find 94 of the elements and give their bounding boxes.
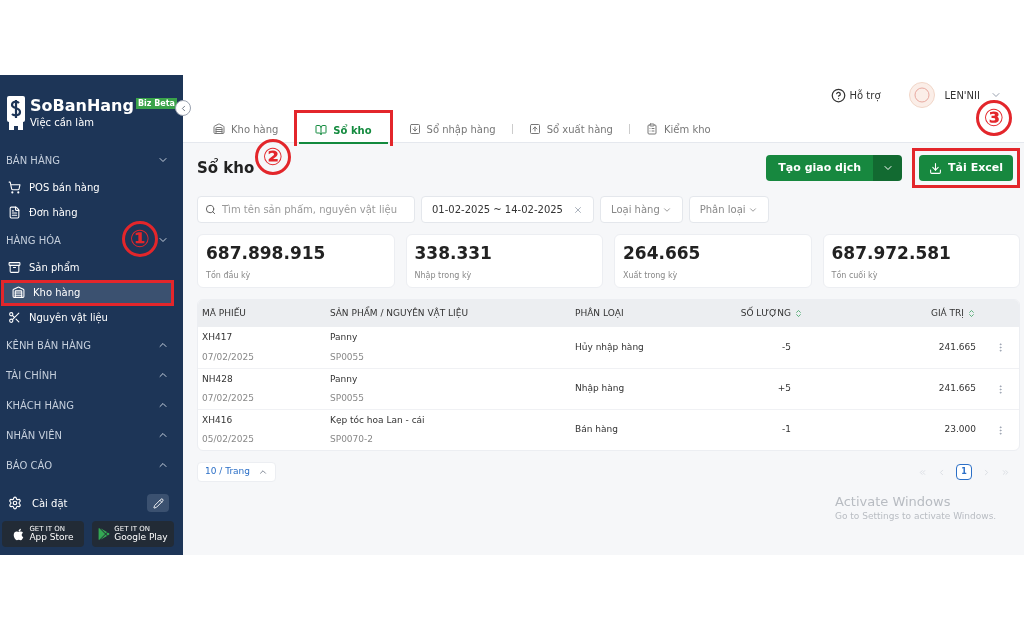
activation-title: Activate Windows: [835, 494, 951, 510]
download-icon: [929, 161, 943, 175]
section-header[interactable]: KÊNH BÁN HÀNG: [6, 337, 91, 353]
stat-value: 687.898.915: [206, 242, 327, 265]
create-transaction-button[interactable]: Tạo giao dịch: [766, 155, 874, 181]
step-number: ①: [122, 221, 158, 257]
search-field[interactable]: Tìm tên sản phẩm, nguyên vật liệu: [197, 196, 415, 223]
table-cell-text: 07/02/2025: [202, 350, 255, 364]
play-icon: [98, 528, 111, 540]
scissors-icon: [8, 311, 21, 324]
date-range-field[interactable]: 01-02-2025 ~ 14-02-2025: [421, 196, 594, 223]
user-name[interactable]: LEN'NII: [944, 87, 980, 103]
table-cell-text: SP0070-2: [330, 433, 375, 446]
collapse-button[interactable]: [175, 100, 191, 116]
logo-icon: [6, 95, 26, 131]
table-cell-text: SP0055: [330, 392, 366, 405]
step-number: ③: [976, 100, 1012, 136]
table-cell-text: -1: [781, 423, 792, 437]
table-cell-text: 241.665: [937, 340, 977, 354]
help-icon: [830, 87, 846, 103]
column-header[interactable]: SỐ LƯỢNG: [740, 306, 803, 321]
table-cell-text: 07/02/2025: [202, 392, 255, 405]
table-cell-text: Bán hàng: [574, 423, 619, 437]
stat-value: 687.972.581: [831, 242, 952, 265]
table-cell-text: -5: [781, 340, 792, 354]
table-cell-text: Panny: [330, 331, 359, 344]
section-header[interactable]: HÀNG HÓA: [6, 232, 61, 248]
section-header[interactable]: TÀI CHÍNH: [6, 367, 57, 383]
step-number: ②: [255, 138, 291, 175]
table-cell-text: XH416: [202, 413, 234, 427]
column-header[interactable]: GIÁ TRỊ: [930, 306, 976, 321]
stat-label: Tồn đầu kỳ: [206, 270, 252, 282]
pencil-icon: [152, 497, 164, 509]
table-cell-text: Nhập hàng: [574, 382, 626, 396]
book-icon: [315, 124, 328, 136]
help-link[interactable]: Hỗ trợ: [849, 87, 881, 103]
tab[interactable]: Sổ xuất hàng: [512, 116, 629, 142]
table-cell-text: NH428: [202, 372, 234, 386]
table-cell-text: Panny: [330, 372, 359, 386]
page-button[interactable]: 1: [956, 464, 972, 480]
chevron-up-icon: [258, 467, 268, 477]
table-cell-text: +5: [776, 382, 792, 396]
archive-icon: [8, 261, 21, 274]
sort-icon: [794, 309, 803, 318]
brand-name: SoBanHang: [30, 95, 134, 117]
page-title: Sổ kho: [197, 157, 255, 179]
table-cell-text: 241.665: [937, 382, 977, 396]
filter-dropdown[interactable]: Phân loại: [688, 196, 769, 223]
excel-button[interactable]: Tải Excel: [919, 155, 1013, 181]
previous-page-icon[interactable]: [937, 467, 946, 477]
sidebar-item[interactable]: Đơn hàng: [0, 201, 82, 224]
table-cell-text: XH417: [202, 331, 234, 344]
sidebar-item[interactable]: Sản phẩm: [0, 256, 84, 279]
table-cell-text: 05/02/2025: [202, 433, 255, 446]
stat-value: 264.665: [623, 242, 702, 265]
clipboard-icon: [645, 123, 658, 135]
sidebar-item[interactable]: Nguyên vật liệu: [0, 306, 112, 329]
close-icon: [573, 204, 583, 215]
warehouse-icon: [12, 286, 25, 299]
tab[interactable]: Kiểm kho: [629, 116, 727, 142]
settings-link[interactable]: Cài đặt: [32, 495, 68, 511]
warehouse-icon: [213, 123, 225, 135]
settings-icon: [8, 496, 22, 510]
sidebar-item[interactable]: Kho hàng: [4, 282, 171, 303]
tab[interactable]: Sổ nhập hàng: [392, 116, 512, 142]
document-icon: [8, 206, 21, 219]
section-header[interactable]: KHÁCH HÀNG: [6, 397, 74, 413]
column-header: PHÂN LOẠI: [575, 306, 624, 320]
section-header[interactable]: BÁO CÁO: [6, 457, 53, 473]
stat-label: Tồn cuối kỳ: [831, 270, 879, 282]
next-page-icon[interactable]: [982, 467, 991, 477]
table-cell-text: 23.000: [943, 423, 977, 437]
avatar[interactable]: [908, 82, 935, 108]
column-header: MÃ PHIẾU: [202, 306, 246, 320]
table-cell-text: Hủy nhập hàng: [574, 340, 645, 354]
page-size-select[interactable]: 10 / Trang: [197, 462, 276, 482]
todo-link[interactable]: Việc cần làm: [30, 117, 177, 129]
sidebar-item[interactable]: POS bán hàng: [0, 176, 104, 199]
stat-label: Nhập trong kỳ: [414, 270, 473, 282]
table-cell-text: Kẹp tóc hoa Lan - cái: [330, 413, 426, 427]
section-header[interactable]: BÁN HÀNG: [6, 152, 60, 168]
apple-icon: [12, 527, 26, 541]
edit-button[interactable]: [147, 494, 169, 512]
table-cell-text: SP0055: [330, 350, 366, 364]
cart-icon: [8, 181, 21, 194]
tab[interactable]: Sổ kho: [299, 118, 388, 144]
dropdown-button[interactable]: [873, 155, 903, 181]
column-header: SẢN PHẨM / NGUYÊN VẬT LIỆU: [330, 306, 469, 320]
beta-tag: Biz Beta: [135, 98, 177, 109]
stat-value: 338.331: [414, 242, 493, 265]
filter-dropdown[interactable]: Loại hàng: [600, 196, 683, 223]
stat-label: Xuất trong kỳ: [623, 270, 679, 282]
sort-icon: [967, 309, 976, 318]
section-header[interactable]: NHÂN VIÊN: [6, 427, 63, 443]
